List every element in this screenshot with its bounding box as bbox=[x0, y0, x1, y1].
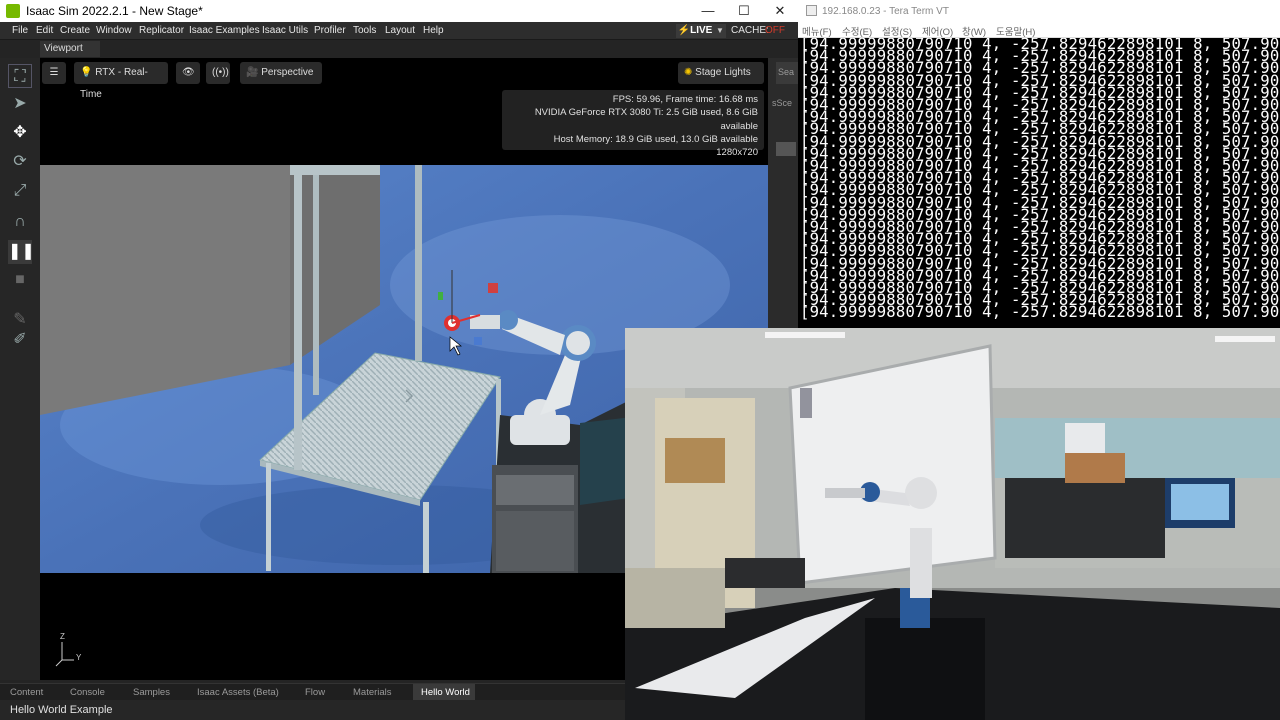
axis-gizmo: Z Y bbox=[50, 632, 90, 668]
terminal-output[interactable]: [94.99999880790710 4, -257.8294622898101… bbox=[800, 38, 1280, 330]
tera-menu-file[interactable]: 메뉴(F) bbox=[802, 24, 832, 38]
axis-y-label: Y bbox=[76, 653, 82, 662]
menu-window[interactable]: Window bbox=[96, 25, 132, 36]
tab-content[interactable]: Content bbox=[10, 687, 43, 698]
snap-magnet-icon[interactable]: ∩ bbox=[8, 210, 32, 234]
tera-menu-control[interactable]: 제어(O) bbox=[922, 24, 953, 38]
gpu-memory-readout: NVIDIA GeForce RTX 3080 Ti: 2.5 GiB used… bbox=[534, 107, 758, 132]
rotate-tool-icon[interactable]: ⟳ bbox=[8, 150, 32, 174]
live-button[interactable]: ⚡LIVE bbox=[676, 24, 714, 38]
isaac-title-bar[interactable]: Isaac Sim 2022.2.1 - New Stage* — ☐ ✕ bbox=[0, 0, 798, 22]
camera-button[interactable]: 🎥 Perspective bbox=[240, 62, 322, 84]
tera-term-window: 192.168.0.23 - Tera Term VT 메뉴(F) 수정(E) … bbox=[798, 0, 1280, 330]
scale-tool-icon[interactable]: ⤢ bbox=[8, 179, 32, 203]
lightbulb-icon: 💡 bbox=[80, 67, 93, 78]
axis-z-label: Z bbox=[60, 632, 65, 641]
frame-select-icon[interactable]: ⛶ bbox=[8, 64, 32, 88]
tera-window-title: 192.168.0.23 - Tera Term VT bbox=[822, 6, 949, 17]
tab-viewport[interactable]: Viewport bbox=[40, 41, 100, 57]
tab-isaac-assets[interactable]: Isaac Assets (Beta) bbox=[197, 687, 279, 698]
tera-menu-help[interactable]: 도움말(H) bbox=[996, 24, 1035, 38]
isaac-app-icon bbox=[6, 4, 20, 18]
cache-status[interactable]: OFF bbox=[765, 25, 785, 36]
pause-icon[interactable]: ❚❚ bbox=[8, 240, 35, 264]
tera-app-icon bbox=[806, 5, 817, 16]
scrollbar[interactable] bbox=[776, 142, 796, 156]
settings-sliders-icon[interactable]: ☰ bbox=[42, 62, 66, 84]
viewport-tool-bar: ⛶ ➤ ✥ ⟳ ⤢ ∩ ❚❚ ■ ✎ ✐ bbox=[0, 58, 40, 680]
menu-isaac-utils[interactable]: Isaac Utils bbox=[262, 25, 308, 36]
tera-menu-setup[interactable]: 설정(S) bbox=[882, 24, 912, 38]
camera-person-icon: 🎥 bbox=[246, 67, 259, 78]
stage-search-input[interactable]: Sea bbox=[776, 62, 798, 84]
menu-replicator[interactable]: Replicator bbox=[139, 25, 184, 36]
tab-samples[interactable]: Samples bbox=[133, 687, 170, 698]
broadcast-icon[interactable]: ((•)) bbox=[206, 62, 230, 84]
menu-create[interactable]: Create bbox=[60, 25, 90, 36]
menu-edit[interactable]: Edit bbox=[36, 25, 53, 36]
tera-menu-edit[interactable]: 수정(E) bbox=[842, 24, 872, 38]
tab-console[interactable]: Console bbox=[70, 687, 105, 698]
tera-menu-window[interactable]: 창(W) bbox=[962, 24, 986, 38]
minimize-button[interactable]: — bbox=[690, 0, 726, 22]
render-mode-button[interactable]: 💡 RTX - Real-Time bbox=[74, 62, 168, 100]
menu-isaac-examples[interactable]: Isaac Examples bbox=[189, 25, 260, 36]
isaac-window-title: Isaac Sim 2022.2.1 - New Stage* bbox=[26, 4, 203, 18]
resolution-readout: 1280x720 bbox=[716, 147, 758, 159]
performance-stats: FPS: 59.96, Frame time: 16.68 ms NVIDIA … bbox=[502, 90, 764, 158]
move-tool-icon[interactable]: ✥ bbox=[8, 121, 32, 145]
host-memory-readout: Host Memory: 18.9 GiB used, 13.0 GiB ava… bbox=[553, 133, 758, 145]
menu-layout[interactable]: Layout bbox=[385, 25, 415, 36]
eye-icon[interactable]: 👁 bbox=[176, 62, 200, 84]
tera-menu-bar: 메뉴(F) 수정(E) 설정(S) 제어(O) 창(W) 도움말(H) bbox=[798, 22, 1280, 38]
terminal-line: [94.99999880790710 4, -257.8294622898101… bbox=[800, 303, 1280, 322]
cache-label: CACHE: bbox=[731, 25, 769, 36]
brush-icon[interactable]: ✐ bbox=[8, 328, 32, 352]
isaac-menu-bar: File Edit Create Window Replicator Isaac… bbox=[0, 22, 798, 40]
stage-lights-button[interactable]: ✺ Stage Lights bbox=[678, 62, 764, 84]
select-arrow-icon[interactable]: ➤ bbox=[8, 92, 32, 116]
sun-icon: ✺ bbox=[684, 67, 693, 78]
tera-title-bar[interactable]: 192.168.0.23 - Tera Term VT bbox=[798, 0, 1280, 22]
fps-readout: FPS: 59.96, Frame time: 16.68 ms bbox=[612, 94, 758, 105]
viewport-toolbar: ☰ 💡 RTX - Real-Time 👁 ((•)) 🎥 Perspectiv… bbox=[40, 62, 768, 100]
stage-tree-item[interactable]: sSce bbox=[772, 98, 792, 108]
menu-help[interactable]: Help bbox=[423, 25, 444, 36]
tab-materials[interactable]: Materials bbox=[353, 687, 392, 698]
lightning-icon: ⚡ bbox=[677, 25, 691, 36]
tab-flow[interactable]: Flow bbox=[305, 687, 325, 698]
maximize-button[interactable]: ☐ bbox=[726, 0, 762, 22]
tab-hello-world[interactable]: Hello World bbox=[421, 687, 470, 698]
stop-icon[interactable]: ■ bbox=[8, 268, 32, 292]
menu-tools[interactable]: Tools bbox=[353, 25, 376, 36]
close-button[interactable]: ✕ bbox=[762, 0, 798, 22]
chevron-down-icon[interactable]: ▼ bbox=[714, 24, 726, 38]
menu-file[interactable]: File bbox=[12, 25, 28, 36]
lab-camera-photo bbox=[625, 328, 1280, 720]
menu-profiler[interactable]: Profiler bbox=[314, 25, 346, 36]
